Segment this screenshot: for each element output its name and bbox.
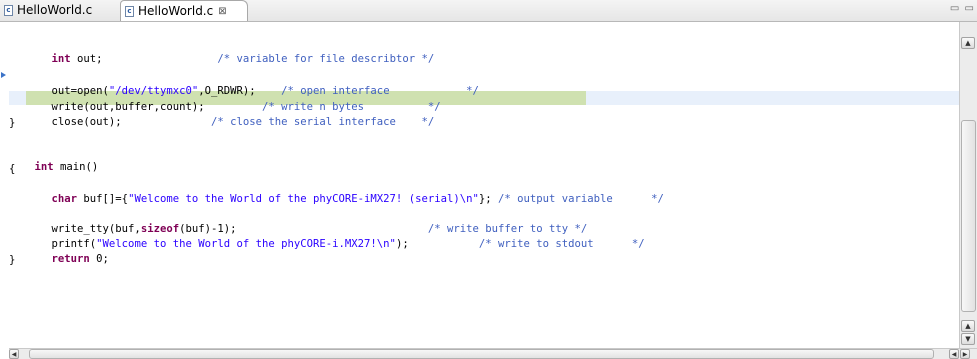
code-line: }	[9, 254, 16, 266]
scroll-right-icon[interactable]: ▶	[960, 349, 970, 359]
code-editor[interactable]: int out; /* variable for file describtor…	[9, 22, 959, 348]
vertical-scroll-thumb[interactable]	[961, 120, 976, 312]
c-file-icon: c	[4, 4, 13, 16]
current-line-marker-icon	[1, 72, 6, 78]
code-line: int out; /* variable for file describtor…	[51, 53, 435, 65]
code-line: write(out,buffer,count); /* write n byte…	[51, 101, 441, 113]
code-line: int main()	[34, 161, 99, 173]
code-line: {	[9, 163, 16, 175]
horizontal-scrollbar[interactable]: ◀ ◀ ▶	[9, 348, 977, 359]
code-line: write_tty(buf,sizeof(buf)-1); /* write b…	[51, 223, 588, 235]
scroll-left-icon[interactable]: ◀	[949, 349, 959, 359]
code-line: }	[9, 117, 16, 129]
code-line: printf("Welcome to the World of the phyC…	[51, 238, 645, 250]
tab-helloworld-inactive[interactable]: c HelloWorld.c	[0, 0, 118, 20]
tab-label: HelloWorld.c	[17, 3, 93, 17]
minimize-maximize-icon[interactable]: ▭ ▭	[950, 3, 975, 14]
scroll-left-icon[interactable]: ◀	[9, 349, 19, 359]
vertical-scrollbar[interactable]: ▲ ▲ ▼	[959, 22, 977, 348]
left-ruler	[0, 22, 9, 348]
tab-helloworld-active[interactable]: c HelloWorld.c ⊠	[120, 0, 248, 21]
horizontal-scroll-thumb[interactable]	[29, 349, 934, 359]
code-line: char buf[]={"Welcome to the World of the…	[51, 193, 664, 205]
scroll-down-icon[interactable]: ▼	[961, 333, 975, 345]
scroll-up-icon[interactable]: ▲	[961, 320, 975, 332]
c-file-icon: c	[125, 5, 134, 17]
close-icon[interactable]: ⊠	[218, 6, 226, 17]
scroll-up-icon[interactable]: ▲	[961, 37, 975, 49]
code-line: close(out); /* close the serial interfac…	[51, 116, 435, 128]
code-line: out=open("/dev/ttymxc0",O_RDWR); /* open…	[51, 85, 479, 97]
tab-label: HelloWorld.c	[138, 4, 214, 18]
code-line: return 0;	[51, 253, 109, 265]
editor-tab-bar: c HelloWorld.c c HelloWorld.c ⊠ ▭ ▭	[0, 0, 977, 22]
